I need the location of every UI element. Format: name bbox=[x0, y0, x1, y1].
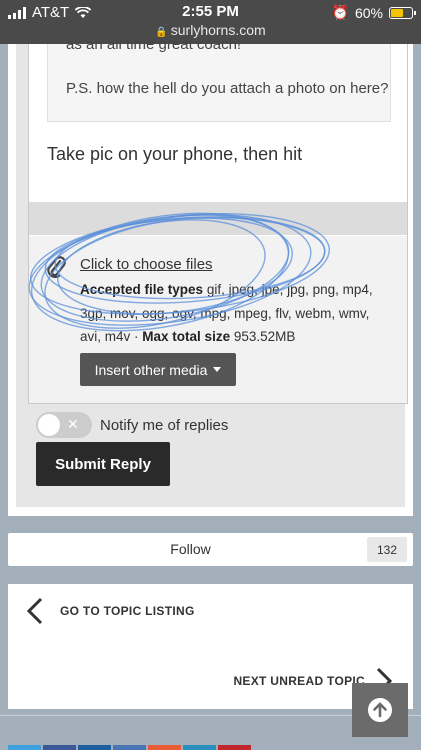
submit-reply-button[interactable]: Submit Reply bbox=[36, 442, 170, 486]
next-label: NEXT UNREAD TOPIC bbox=[233, 674, 365, 688]
toggle-knob bbox=[38, 414, 60, 436]
reply-form: as an all time great coach! P.S. how the… bbox=[16, 36, 408, 507]
share-button[interactable] bbox=[78, 745, 111, 750]
paperclip-icon bbox=[47, 256, 66, 279]
battery-fill bbox=[391, 8, 403, 17]
status-right: ⏰ 60% bbox=[331, 4, 416, 21]
insert-media-label: Insert other media bbox=[94, 361, 208, 378]
max-size-label: Max total size bbox=[142, 329, 231, 344]
follower-count: 132 bbox=[367, 537, 407, 562]
file-types-info: Accepted file types gif, jpeg, jpe, jpg,… bbox=[80, 278, 380, 349]
share-button[interactable] bbox=[43, 745, 76, 750]
notify-label: Notify me of replies bbox=[100, 416, 229, 434]
battery-icon bbox=[389, 6, 416, 19]
max-size-value: 953.52MB bbox=[233, 329, 296, 344]
quote-line: as an all time great coach! bbox=[66, 36, 242, 53]
choose-files-link[interactable]: Click to choose files bbox=[80, 256, 213, 273]
share-button[interactable] bbox=[113, 745, 146, 750]
caret-down-icon bbox=[213, 367, 222, 372]
reply-text[interactable]: Take pic on your phone, then hit bbox=[47, 144, 302, 165]
notify-toggle[interactable]: ✕ bbox=[36, 412, 92, 438]
battery-percent: 60% bbox=[354, 4, 383, 21]
reply-editor[interactable]: as an all time great coach! P.S. how the… bbox=[28, 36, 408, 404]
alarm-icon: ⏰ bbox=[331, 4, 349, 20]
follow-bar[interactable]: Follow 132 bbox=[8, 533, 413, 566]
prev-label: GO TO TOPIC LISTING bbox=[60, 604, 195, 618]
chevron-left-icon bbox=[26, 597, 43, 625]
quote-line: P.S. how the hell do you attach a photo … bbox=[66, 80, 389, 97]
attachment-area[interactable]: Click to choose files Accepted file type… bbox=[29, 236, 407, 403]
quote-block: as an all time great coach! P.S. how the… bbox=[47, 36, 391, 122]
back-to-top-button[interactable] bbox=[352, 683, 408, 737]
separator: · bbox=[134, 329, 139, 344]
share-buttons bbox=[8, 745, 251, 750]
share-button[interactable] bbox=[183, 745, 216, 750]
reply-panel: as an all time great coach! P.S. how the… bbox=[8, 36, 413, 516]
arrow-up-circle-icon bbox=[368, 698, 392, 722]
insert-media-button[interactable]: Insert other media bbox=[80, 353, 236, 386]
accepted-label: Accepted file types bbox=[80, 282, 204, 297]
go-to-topic-listing[interactable]: GO TO TOPIC LISTING bbox=[24, 596, 195, 626]
share-button[interactable] bbox=[8, 745, 41, 750]
share-button[interactable] bbox=[218, 745, 251, 750]
close-icon: ✕ bbox=[67, 416, 79, 432]
editor-toolbar bbox=[29, 202, 407, 235]
share-button[interactable] bbox=[148, 745, 181, 750]
follow-label: Follow bbox=[170, 541, 211, 557]
notify-toggle-row: ✕ Notify me of replies bbox=[36, 412, 228, 438]
